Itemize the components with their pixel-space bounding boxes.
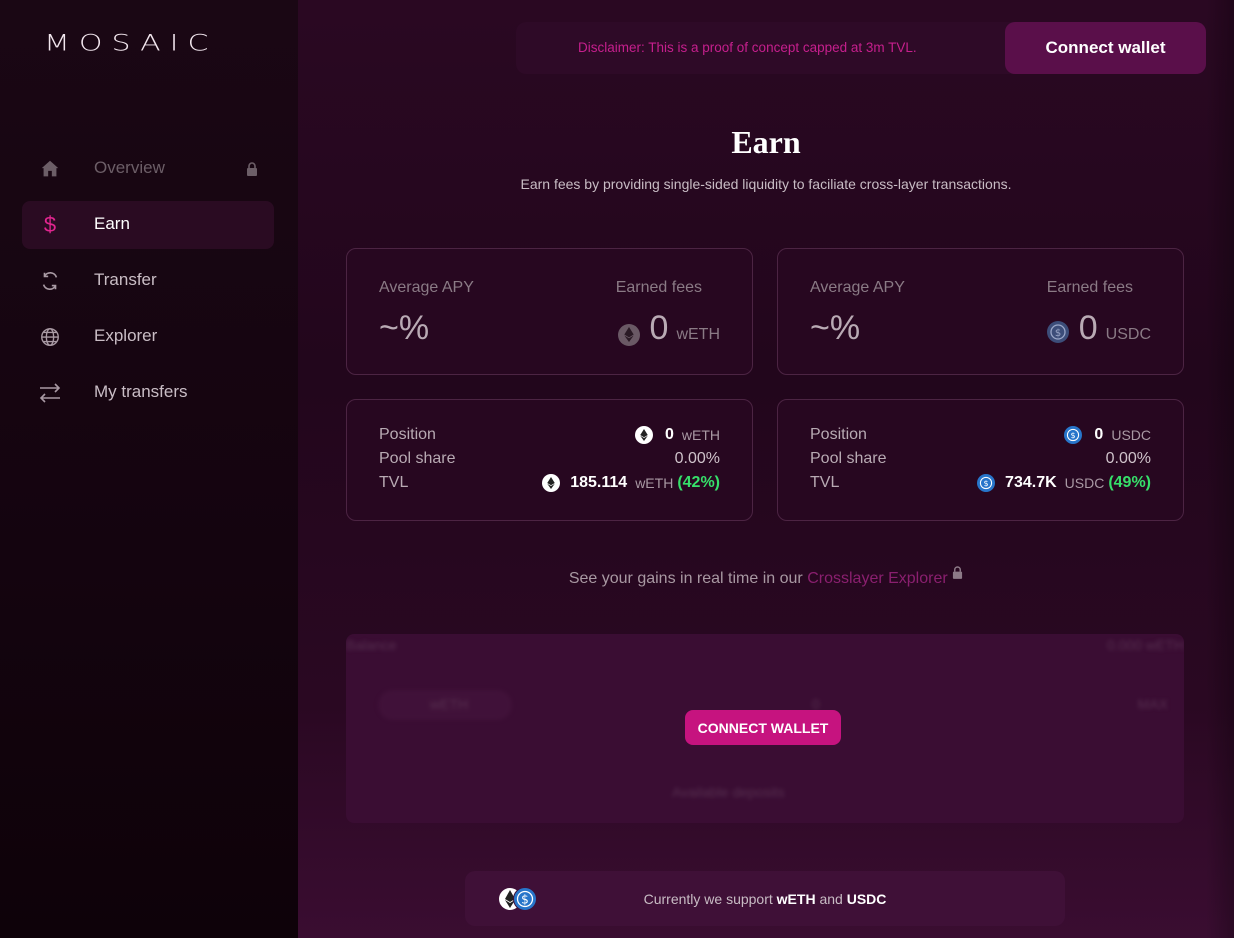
dollar-icon: $	[43, 212, 57, 237]
token-selector[interactable]: wETH	[378, 690, 512, 720]
svg-text:$: $	[1055, 328, 1061, 339]
main-content: Disclaimer: This is a proof of concept c…	[298, 0, 1234, 938]
position-label: Position	[379, 426, 436, 443]
pool-share-value: 0.00%	[1105, 450, 1151, 467]
support-prefix: Currently we support	[643, 891, 773, 907]
eth-icon	[634, 426, 653, 444]
pool-share-value: 0.00%	[674, 450, 720, 467]
tvl-amount: 185.114	[570, 474, 628, 491]
earned-fees-label: Earned fees	[615, 279, 702, 296]
crosslayer-explorer-link[interactable]: Crosslayer Explorer	[807, 570, 947, 587]
usdc-apy-card: Average APY ~% Earned fees $ 0 USDC	[777, 248, 1184, 375]
supported-tokens-text: Currently we support wETH and USDC	[465, 891, 1065, 907]
tvl-amount: 734.7K	[1005, 474, 1057, 491]
eth-icon	[617, 323, 640, 346]
globe-icon	[36, 323, 64, 351]
sidebar-item-overview[interactable]: Overview	[22, 145, 274, 193]
sidebar-item-explorer[interactable]: Explorer	[22, 313, 274, 361]
position-value: $ 0 USDC	[1064, 426, 1151, 444]
page-title: Earn	[731, 124, 801, 160]
tvl-percent: (42%)	[677, 474, 720, 491]
sidebar-item-my-transfers[interactable]: My transfers	[22, 369, 274, 417]
sidebar-item-label: Overview	[94, 158, 165, 177]
refresh-icon	[36, 267, 64, 295]
support-token-usdc: USDC	[846, 891, 887, 907]
balance-label: Balance	[346, 637, 397, 653]
position-amount: 0	[664, 426, 674, 443]
eth-icon	[542, 474, 561, 492]
gains-prefix: See your gains in real time in our	[568, 570, 803, 587]
apy-label: Average APY	[810, 279, 905, 296]
pool-share-label: Pool share	[379, 450, 456, 467]
token-unit: wETH	[635, 475, 674, 491]
deposit-panel: Balance 0.000 wETH wETH 0 MAX Available …	[346, 634, 1184, 823]
arrows-swap-icon	[36, 379, 64, 407]
token-selector-label: wETH	[430, 696, 469, 712]
position-label: Position	[810, 426, 867, 443]
sidebar-item-earn[interactable]: $ Earn	[22, 201, 274, 249]
supported-tokens-bar: $ Currently we support wETH and USDC	[465, 871, 1065, 926]
home-icon	[36, 155, 64, 183]
position-amount: 0	[1094, 426, 1104, 443]
tvl-percent: (49%)	[1108, 474, 1151, 491]
connect-wallet-button[interactable]: Connect wallet	[1005, 22, 1206, 74]
max-button[interactable]: MAX	[1138, 696, 1168, 712]
token-unit: USDC	[1105, 326, 1151, 343]
apy-value: ~%	[379, 309, 430, 347]
sidebar-item-label: Earn	[94, 214, 130, 233]
mosaic-logo[interactable]: MOSAIC	[44, 30, 217, 57]
earned-fees-label: Earned fees	[1046, 279, 1133, 296]
tvl-value: 185.114 wETH (42%)	[542, 474, 720, 492]
usdc-icon: $	[977, 474, 996, 492]
token-unit: USDC	[1111, 427, 1151, 443]
tvl-label: TVL	[810, 474, 840, 491]
apy-value: ~%	[810, 309, 861, 347]
usdc-position-card: Position Pool share TVL $ 0 USDC 0.00% $…	[777, 399, 1184, 521]
disclaimer-banner: Disclaimer: This is a proof of concept c…	[516, 22, 1206, 74]
deposit-footer-hint: Available deposits	[672, 784, 785, 800]
lock-icon	[953, 566, 963, 579]
sidebar-item-label: My transfers	[94, 382, 188, 401]
balance-value: 0.000 wETH	[1106, 637, 1184, 653]
token-unit: wETH	[681, 427, 720, 443]
support-and: and	[819, 891, 843, 907]
tvl-value: $ 734.7K USDC (49%)	[977, 474, 1151, 492]
earned-fees-row: 0 wETH	[617, 309, 720, 348]
earned-fees-value: 0	[649, 309, 669, 347]
apy-label: Average APY	[379, 279, 474, 296]
support-token-weth: wETH	[776, 891, 816, 907]
token-unit: USDC	[1064, 475, 1105, 491]
weth-apy-card: Average APY ~% Earned fees 0 wETH	[346, 248, 753, 375]
sidebar-item-label: Transfer	[94, 270, 157, 289]
usdc-icon: $	[1064, 426, 1083, 444]
earned-fees-value: 0	[1078, 309, 1098, 347]
page-subtitle: Earn fees by providing single-sided liqu…	[520, 176, 1012, 192]
lock-icon	[246, 161, 258, 181]
sidebar-item-label: Explorer	[94, 326, 158, 345]
position-value: 0 wETH	[634, 426, 720, 444]
sidebar-item-transfer[interactable]: Transfer	[22, 257, 274, 305]
sidebar: MOSAIC Overview $ Earn Transfer Explorer…	[0, 0, 298, 938]
gains-text: See your gains in real time in our Cross…	[298, 566, 1234, 588]
svg-text:$: $	[984, 479, 989, 488]
svg-text:$: $	[1071, 431, 1076, 440]
token-unit: wETH	[676, 326, 720, 343]
connect-wallet-cta[interactable]: CONNECT WALLET	[685, 710, 841, 745]
weth-position-card: Position Pool share TVL 0 wETH 0.00% 185…	[346, 399, 753, 521]
tvl-label: TVL	[379, 474, 409, 491]
usdc-icon: $	[1046, 321, 1069, 343]
disclaimer-text: Disclaimer: This is a proof of concept c…	[578, 40, 917, 55]
earned-fees-row: $ 0 USDC	[1046, 309, 1151, 348]
pool-share-label: Pool share	[810, 450, 887, 467]
sidebar-nav: Overview $ Earn Transfer Explorer My tra…	[22, 145, 274, 425]
